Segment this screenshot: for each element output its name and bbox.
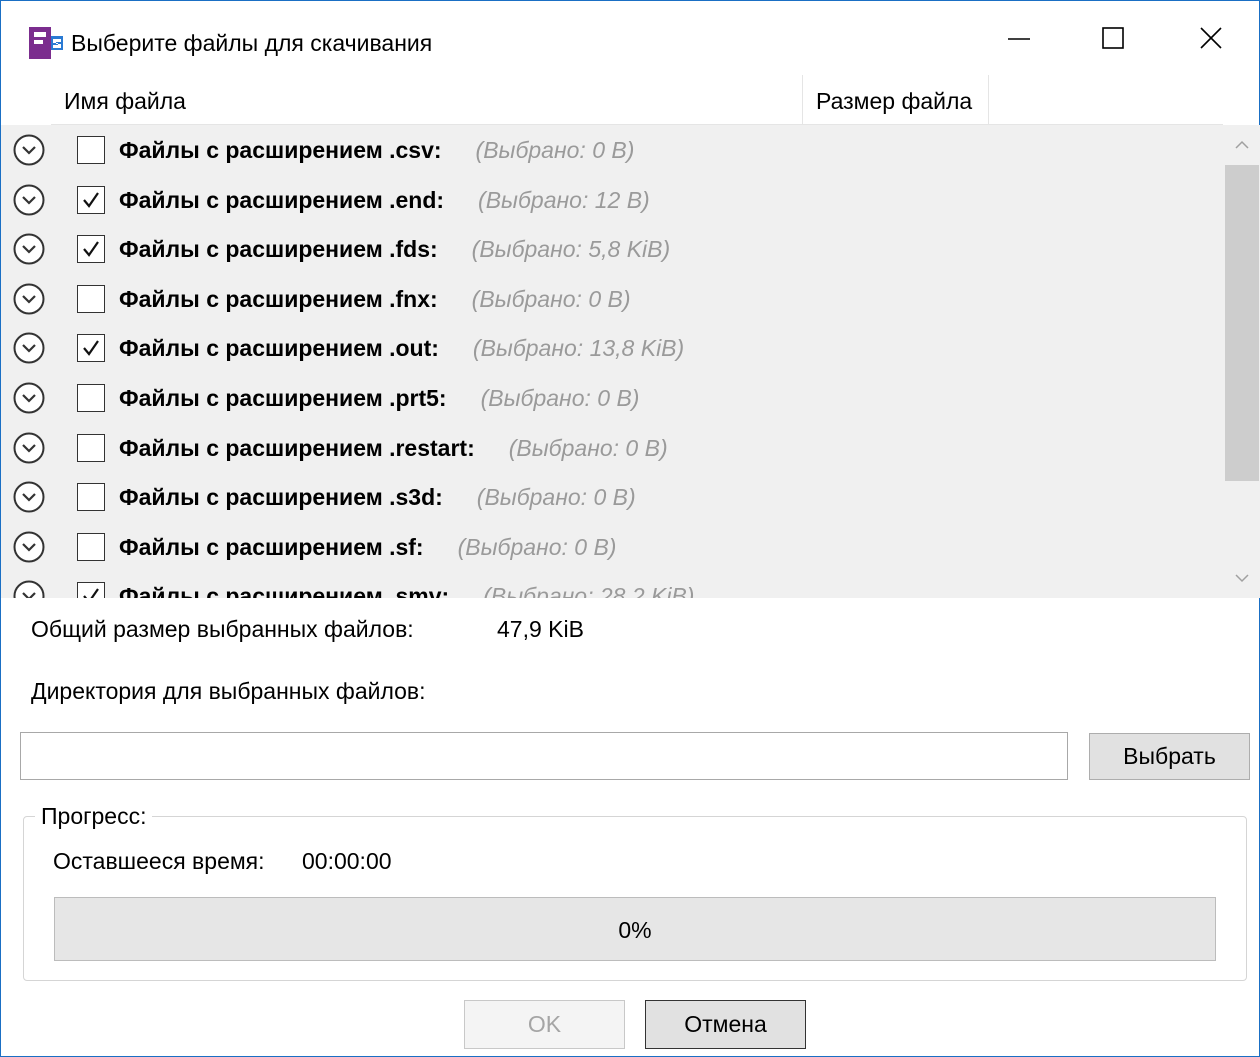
file-group-checkbox[interactable] xyxy=(77,185,105,214)
expand-chevron-icon[interactable] xyxy=(13,184,45,216)
expand-chevron-icon[interactable] xyxy=(13,134,45,166)
chevron-up-icon xyxy=(1235,140,1249,149)
directory-input[interactable] xyxy=(20,732,1068,780)
title-bar[interactable]: Выберите файлы для скачивания xyxy=(1,1,1259,75)
file-group-row[interactable]: Файлы с расширением .fnx: (Выбрано: 0 В) xyxy=(1,274,1223,324)
file-group-checkbox[interactable] xyxy=(77,384,105,412)
file-group-label: Файлы с расширением .fds: (Выбрано: 5,8 K… xyxy=(119,236,671,263)
remaining-time-value: 00:00:00 xyxy=(302,848,392,874)
file-group-label: Файлы с расширением .prt5: (Выбрано: 0 В) xyxy=(119,385,640,411)
file-group-checkbox[interactable] xyxy=(77,483,105,512)
checkmark-icon xyxy=(83,191,99,208)
file-group-label: Файлы с расширением .sf: (Выбрано: 0 В) xyxy=(119,533,617,560)
window-title: Выберите файлы для скачивания xyxy=(71,30,433,56)
expand-chevron-icon[interactable] xyxy=(13,283,45,315)
file-group-selected-size: (Выбрано: 0 В) xyxy=(471,285,631,312)
file-group-row[interactable]: Файлы с расширением .out: (Выбрано: 13,8 … xyxy=(1,323,1223,373)
expand-chevron-icon[interactable] xyxy=(13,531,45,563)
directory-label: Директория для выбранных файлов: xyxy=(31,678,426,704)
checkmark-icon xyxy=(83,588,99,598)
file-group-selected-size: (Выбрано: 0 В) xyxy=(476,484,636,511)
file-group-label: Файлы с расширением .s3d: (Выбрано: 0 В) xyxy=(119,484,636,511)
close-button[interactable] xyxy=(1165,1,1257,75)
app-logo-icon xyxy=(29,27,63,59)
file-group-checkbox[interactable] xyxy=(77,532,105,561)
column-header-name[interactable]: Имя файла xyxy=(51,75,803,125)
file-group-label: Файлы с расширением .restart: (Выбрано: 0… xyxy=(119,434,668,461)
expand-chevron-icon[interactable] xyxy=(13,580,45,598)
maximize-icon xyxy=(1102,27,1124,49)
file-group-selected-size: (Выбрано: 0 В) xyxy=(475,137,635,163)
progress-group-label: Прогресс: xyxy=(35,801,153,831)
file-group-list[interactable]: Файлы с расширением .csv: (Выбрано: 0 В) Ф… xyxy=(1,125,1223,598)
minimize-icon xyxy=(1008,38,1030,40)
scroll-thumb[interactable] xyxy=(1225,165,1259,481)
file-group-row[interactable]: Файлы с расширением .sf: (Выбрано: 0 В) xyxy=(1,522,1223,572)
checkmark-icon xyxy=(83,241,99,258)
file-group-checkbox[interactable] xyxy=(77,284,105,313)
chevron-down-icon xyxy=(1235,574,1249,583)
minimize-button[interactable] xyxy=(973,1,1065,75)
file-group-row[interactable]: Файлы с расширением .s3d: (Выбрано: 0 В) xyxy=(1,472,1223,522)
file-group-label: Файлы с расширением .end: (Выбрано: 12 В) xyxy=(119,186,650,213)
close-icon xyxy=(1200,27,1222,49)
file-group-checkbox[interactable] xyxy=(77,136,105,164)
expand-chevron-icon[interactable] xyxy=(13,432,45,464)
file-group-row[interactable]: Файлы с расширением .smv: (Выбрано: 28,2 … xyxy=(1,571,1223,598)
file-group-row[interactable]: Файлы с расширением .fds: (Выбрано: 5,8 K… xyxy=(1,224,1223,274)
file-group-selected-size: (Выбрано: 0 В) xyxy=(480,385,640,411)
file-group-label: Файлы с расширением .fnx: (Выбрано: 0 В) xyxy=(119,285,631,312)
total-size-value: 47,9 KiB xyxy=(497,616,584,642)
expand-chevron-icon[interactable] xyxy=(13,481,45,513)
list-scrollbar[interactable] xyxy=(1223,125,1260,598)
file-group-checkbox[interactable] xyxy=(77,334,105,363)
expand-chevron-icon[interactable] xyxy=(13,332,45,364)
progress-percent: 0% xyxy=(618,917,652,943)
scroll-down-button[interactable] xyxy=(1223,558,1260,598)
expand-chevron-icon[interactable] xyxy=(13,382,45,414)
file-group-label: Файлы с расширением .csv: (Выбрано: 0 В) xyxy=(119,137,635,163)
cancel-button[interactable]: Отмена xyxy=(645,1000,806,1049)
file-group-row[interactable]: Файлы с расширением .restart: (Выбрано: 0… xyxy=(1,423,1223,473)
scroll-up-button[interactable] xyxy=(1223,125,1260,165)
file-group-checkbox[interactable] xyxy=(77,433,105,462)
file-group-label: Файлы с расширением .out: (Выбрано: 13,8 … xyxy=(119,335,685,362)
remaining-time-label: Оставшееся время: xyxy=(53,848,265,874)
file-group-selected-size: (Выбрано: 5,8 KiB) xyxy=(471,236,671,263)
ok-button[interactable]: OK xyxy=(464,1000,625,1049)
checkmark-icon xyxy=(83,340,99,357)
maximize-button[interactable] xyxy=(1067,1,1159,75)
file-group-label: Файлы с расширением .smv: (Выбрано: 28,2 … xyxy=(119,581,694,598)
file-group-selected-size: (Выбрано: 28,2 KiB) xyxy=(483,583,695,598)
progress-bar: 0% xyxy=(54,897,1216,961)
file-group-row[interactable]: Файлы с расширением .end: (Выбрано: 12 В) xyxy=(1,175,1223,225)
column-header-size[interactable]: Размер файла xyxy=(803,75,989,125)
file-group-row[interactable]: Файлы с расширением .prt5: (Выбрано: 0 В) xyxy=(1,373,1223,423)
file-group-checkbox[interactable] xyxy=(77,235,105,264)
file-group-checkbox[interactable] xyxy=(77,582,105,598)
file-list-header: Имя файла Размер файла xyxy=(51,75,1223,125)
expand-chevron-icon[interactable] xyxy=(13,233,45,265)
total-size-label: Общий размер выбранных файлов: xyxy=(31,616,414,642)
file-group-selected-size: (Выбрано: 0 В) xyxy=(508,434,668,461)
file-group-selected-size: (Выбрано: 0 В) xyxy=(457,533,617,560)
file-group-selected-size: (Выбрано: 12 В) xyxy=(478,186,650,213)
file-group-selected-size: (Выбрано: 13,8 KiB) xyxy=(472,335,685,362)
choose-directory-button[interactable]: Выбрать xyxy=(1089,733,1250,780)
download-dialog: Выберите файлы для скачивания Имя файла … xyxy=(0,0,1260,1057)
file-group-row[interactable]: Файлы с расширением .csv: (Выбрано: 0 В) xyxy=(1,125,1223,175)
